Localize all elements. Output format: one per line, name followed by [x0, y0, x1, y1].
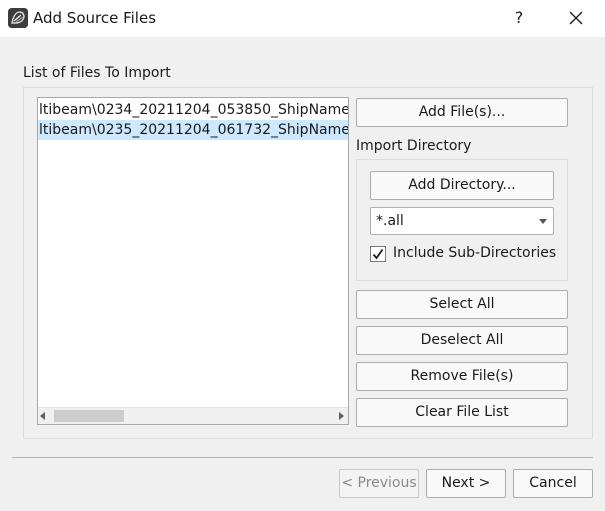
scroll-right-icon[interactable]: [339, 412, 344, 420]
add-files-button[interactable]: Add File(s)...: [356, 98, 568, 127]
include-subdirectories-label[interactable]: Include Sub-Directories: [393, 245, 556, 261]
title-bar: Add Source Files ?: [0, 0, 605, 37]
file-name: ltibeam\0235_20211204_061732_ShipName.al…: [39, 122, 349, 138]
scrollbar-thumb[interactable]: [54, 410, 124, 422]
previous-button[interactable]: < Previous: [339, 469, 419, 498]
footer-divider: [12, 457, 593, 458]
scroll-left-icon[interactable]: [40, 412, 45, 420]
close-button[interactable]: [560, 4, 592, 32]
select-all-button[interactable]: Select All: [356, 290, 568, 319]
add-directory-button[interactable]: Add Directory...: [370, 171, 554, 200]
help-button[interactable]: ?: [505, 6, 533, 30]
clear-file-list-button[interactable]: Clear File List: [356, 398, 568, 427]
chevron-down-icon: [539, 219, 547, 224]
include-subdirectories-checkbox[interactable]: [370, 246, 386, 262]
deselect-all-button[interactable]: Deselect All: [356, 326, 568, 355]
horizontal-scrollbar[interactable]: [38, 407, 348, 424]
import-directory-label: Import Directory: [356, 138, 472, 154]
next-button[interactable]: Next >: [426, 469, 506, 498]
cancel-button[interactable]: Cancel: [513, 469, 593, 498]
file-list[interactable]: ltibeam\0234_20211204_053850_ShipName.al…: [37, 97, 349, 425]
window-title: Add Source Files: [33, 9, 157, 27]
file-filter-value: *.all: [376, 213, 404, 229]
file-filter-dropdown[interactable]: *.all: [370, 207, 554, 235]
files-group-label: List of Files To Import: [23, 65, 171, 81]
close-icon: [569, 11, 583, 25]
app-logo-icon: [8, 8, 28, 28]
file-list-item-selected[interactable]: ltibeam\0235_20211204_061732_ShipName.al…: [38, 120, 348, 140]
file-list-item[interactable]: ltibeam\0234_20211204_053850_ShipName.al…: [38, 100, 349, 120]
checkmark-icon: [372, 248, 384, 260]
remove-files-button[interactable]: Remove File(s): [356, 362, 568, 391]
file-name: ltibeam\0234_20211204_053850_ShipName.al…: [39, 102, 349, 118]
